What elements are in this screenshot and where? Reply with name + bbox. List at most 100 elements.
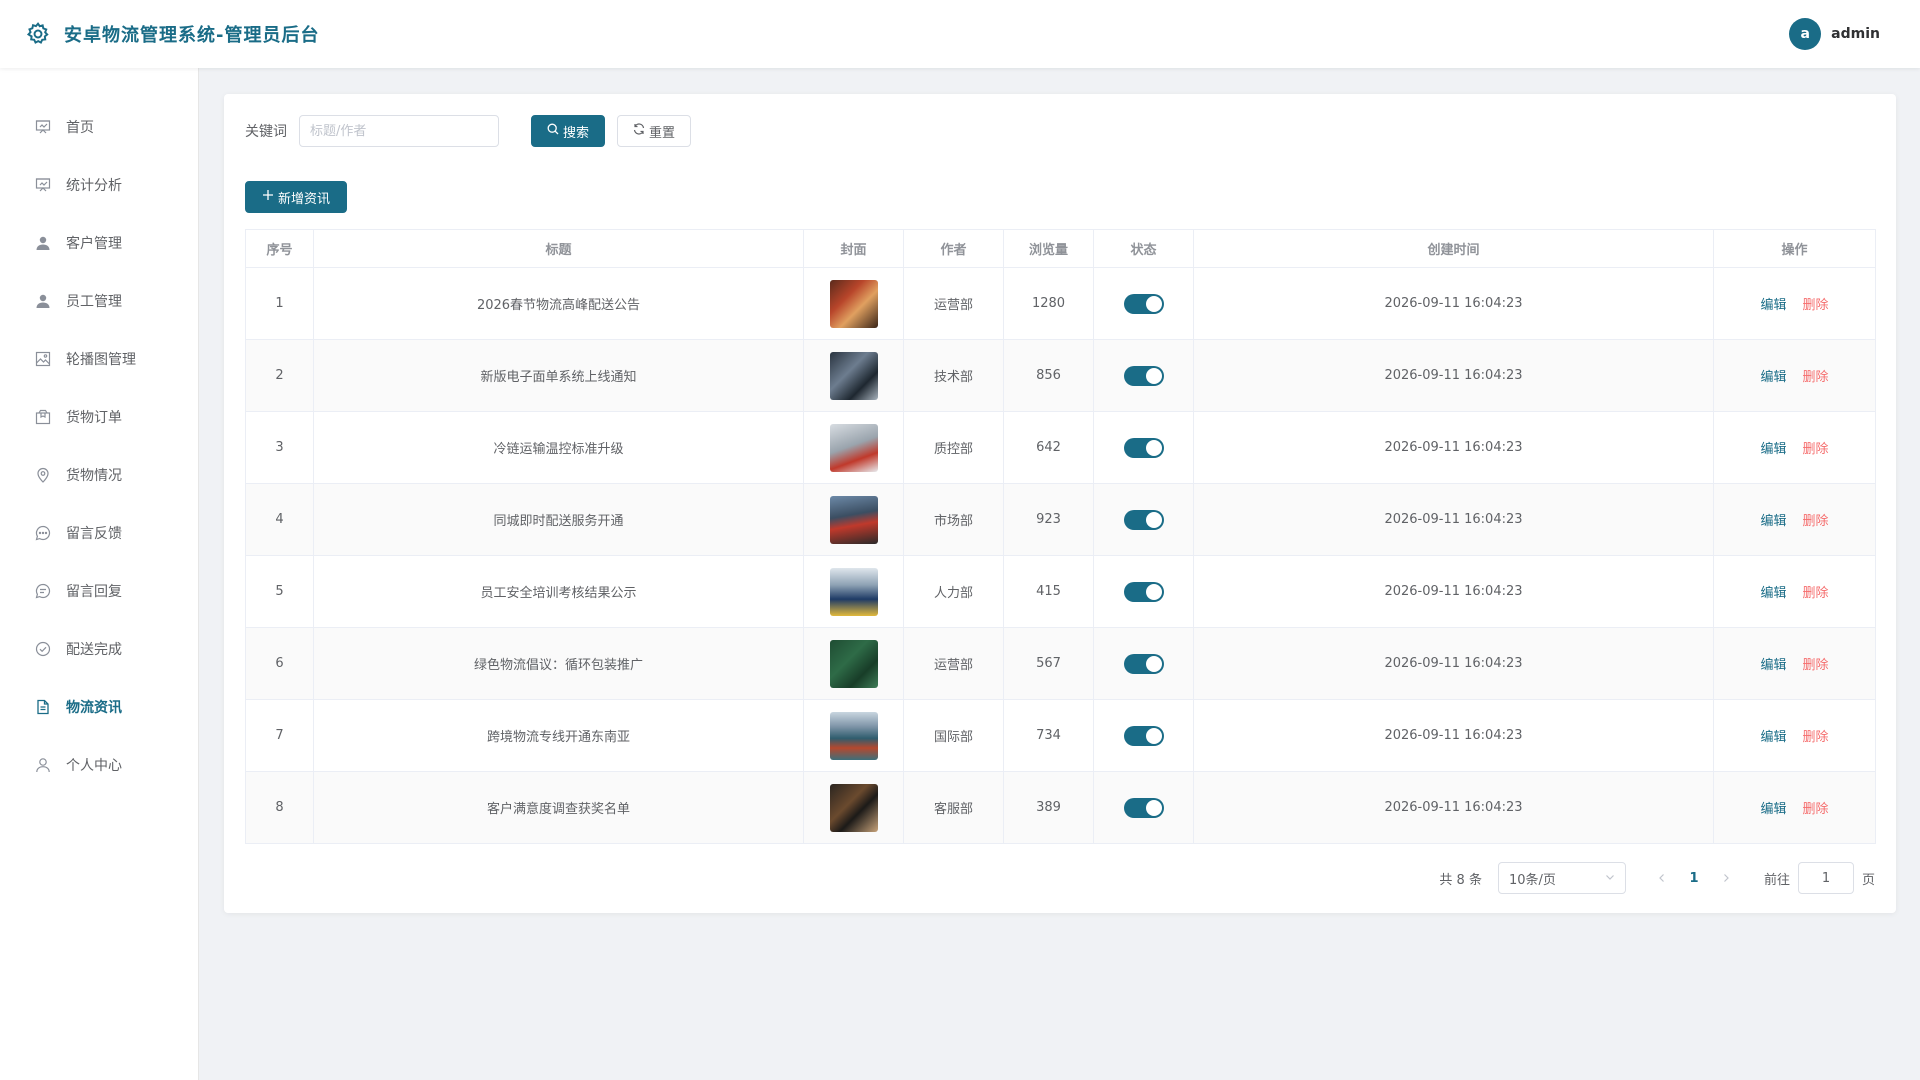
status-toggle[interactable] [1123,293,1164,314]
search-button[interactable]: 搜索 [531,115,605,147]
delete-link[interactable]: 删除 [1803,658,1829,673]
goto-label: 前往 [1763,872,1790,888]
reset-button[interactable]: 重置 [617,115,691,147]
next-page-button[interactable] [1710,862,1742,894]
prev-page-button[interactable] [1646,862,1678,894]
sidebar-item-profile[interactable]: 个人中心 [0,736,198,794]
row-views: 567 [1003,627,1094,700]
edit-link[interactable]: 编辑 [1760,298,1786,313]
row-title: 跨境物流专线开通东南亚 [313,699,804,772]
row-index: 3 [245,411,314,484]
sidebar-item-orders[interactable]: 货物订单 [0,388,198,446]
avatar[interactable]: a [1789,18,1822,50]
edit-link[interactable]: 编辑 [1760,586,1786,601]
delete-link[interactable]: 删除 [1803,514,1829,529]
status-toggle[interactable] [1123,725,1164,746]
add-news-button[interactable]: 新增资讯 [245,181,347,213]
row-author: 技术部 [903,339,1004,412]
gear-icon [24,20,52,48]
news-list-card: 关键词 搜索 重置 新增资讯 序号 标题 封 [224,94,1896,913]
edit-link[interactable]: 编辑 [1760,442,1786,457]
row-created: 2026-09-11 16:04:23 [1193,267,1714,340]
delete-link[interactable]: 删除 [1803,586,1829,601]
cover-image[interactable] [829,423,878,472]
row-index: 4 [245,483,314,556]
row-created: 2026-09-11 16:04:23 [1193,339,1714,412]
row-created: 2026-09-11 16:04:23 [1193,555,1714,628]
row-author: 客服部 [903,771,1004,844]
row-author: 国际部 [903,699,1004,772]
row-title: 新版电子面单系统上线通知 [313,339,804,412]
column-header: 创建时间 [1193,229,1714,268]
pagination-total: 共 8 条 [1439,872,1482,888]
edit-link[interactable]: 编辑 [1760,370,1786,385]
row-author: 人力部 [903,555,1004,628]
sidebar-item-feedback[interactable]: 留言反馈 [0,504,198,562]
search-button-label: 搜索 [562,125,589,141]
row-index: 1 [245,267,314,340]
edit-link[interactable]: 编辑 [1760,802,1786,817]
picture-icon [34,350,52,368]
row-title: 客户满意度调查获奖名单 [313,771,804,844]
page-size-select[interactable]: 10条/页 [1497,862,1626,894]
sidebar-item-label: 货物订单 [66,410,122,426]
table-row: 8 客户满意度调查获奖名单 客服部 389 2026-09-11 16:04:2… [245,771,1876,844]
delete-link[interactable]: 删除 [1803,442,1829,457]
cover-image[interactable] [829,639,878,688]
table-row: 5 员工安全培训考核结果公示 人力部 415 2026-09-11 16:04:… [245,555,1876,628]
row-title: 同城即时配送服务开通 [313,483,804,556]
status-toggle[interactable] [1123,797,1164,818]
location-icon [34,466,52,484]
row-views: 415 [1003,555,1094,628]
app-title: 安卓物流管理系统-管理员后台 [64,25,320,46]
delete-link[interactable]: 删除 [1803,730,1829,745]
keyword-input[interactable] [299,115,499,147]
sidebar-item-statistics[interactable]: 统计分析 [0,156,198,214]
cover-image[interactable] [829,567,878,616]
sidebar-item-carousel[interactable]: 轮播图管理 [0,330,198,388]
edit-link[interactable]: 编辑 [1760,730,1786,745]
edit-link[interactable]: 编辑 [1760,514,1786,529]
refresh-icon [633,123,645,139]
user-menu[interactable]: a admin [1789,18,1880,50]
sidebar-item-delivered[interactable]: 配送完成 [0,620,198,678]
cover-image[interactable] [829,711,878,760]
cover-image[interactable] [829,783,878,832]
row-title: 2026春节物流高峰配送公告 [313,267,804,340]
user-filled-icon [34,234,52,252]
delete-link[interactable]: 删除 [1803,802,1829,817]
cover-image[interactable] [829,495,878,544]
cover-image[interactable] [829,279,878,328]
page-number[interactable]: 1 [1678,862,1710,894]
sidebar: 首页 统计分析 客户管理 员工管理 轮播图管理 货物订单 货物情况 留言反馈 留… [0,68,199,1080]
sidebar-item-cargo-status[interactable]: 货物情况 [0,446,198,504]
document-icon [34,698,52,716]
page-jump-input[interactable] [1797,862,1854,894]
sidebar-item-replies[interactable]: 留言回复 [0,562,198,620]
row-views: 1280 [1003,267,1094,340]
row-views: 734 [1003,699,1094,772]
presentation-icon [34,176,52,194]
sidebar-item-label: 轮播图管理 [66,352,136,368]
status-toggle[interactable] [1123,509,1164,530]
status-toggle[interactable] [1123,581,1164,602]
status-toggle[interactable] [1123,653,1164,674]
delete-link[interactable]: 删除 [1803,370,1829,385]
sidebar-item-label: 统计分析 [66,178,122,194]
row-index: 8 [245,771,314,844]
sidebar-item-label: 个人中心 [66,758,122,774]
sidebar-item-news[interactable]: 物流资讯 [0,678,198,736]
edit-link[interactable]: 编辑 [1760,658,1786,673]
sidebar-item-label: 客户管理 [66,236,122,252]
cover-image[interactable] [829,351,878,400]
status-toggle[interactable] [1123,365,1164,386]
row-created: 2026-09-11 16:04:23 [1193,699,1714,772]
sidebar-item-employees[interactable]: 员工管理 [0,272,198,330]
username[interactable]: admin [1831,26,1880,42]
sidebar-item-customers[interactable]: 客户管理 [0,214,198,272]
delete-link[interactable]: 删除 [1803,298,1829,313]
table-row: 7 跨境物流专线开通东南亚 国际部 734 2026-09-11 16:04:2… [245,699,1876,772]
status-toggle[interactable] [1123,437,1164,458]
sidebar-item-home[interactable]: 首页 [0,98,198,156]
chat-line-icon [34,582,52,600]
